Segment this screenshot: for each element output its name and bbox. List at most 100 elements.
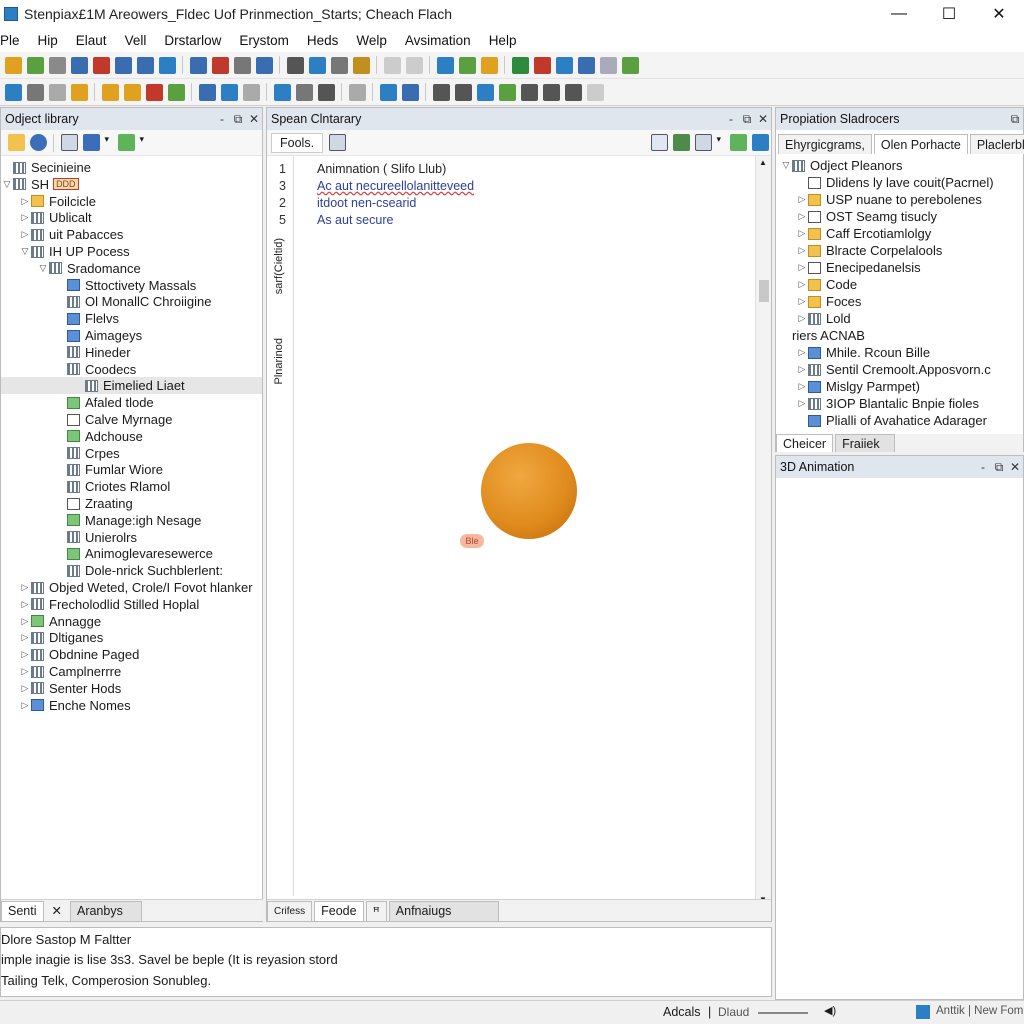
toolbar-tool-icon[interactable]: [458, 56, 476, 74]
toolbar-tool-icon[interactable]: [70, 56, 88, 74]
close-icon[interactable]: ✕: [755, 112, 771, 126]
green-pencil-icon[interactable]: [729, 134, 747, 151]
tree-item[interactable]: Dlidens ly lave couit(Pacrnel): [776, 174, 1023, 191]
toolbar-tool-icon[interactable]: [101, 83, 119, 101]
code-line[interactable]: 1 Animnation ( Slifo Llub): [279, 160, 446, 177]
collapse-arrow-icon[interactable]: ▷: [796, 211, 808, 222]
menu-item-5[interactable]: Drstarlow: [155, 33, 230, 48]
tree-item[interactable]: riers ACNAB: [776, 327, 1023, 344]
pin-icon[interactable]: -: [723, 112, 739, 126]
collapse-arrow-icon[interactable]: ▷: [796, 228, 808, 239]
toolbar-tool-icon[interactable]: [586, 83, 604, 101]
toolbar-tool-icon[interactable]: [158, 56, 176, 74]
toolbar-tool-icon[interactable]: [242, 83, 260, 101]
tree-item[interactable]: Manage:igh Nesage: [1, 512, 262, 529]
tab-anfnaiugs[interactable]: Anfnaiugs: [388, 900, 499, 921]
collapse-arrow-icon[interactable]: ▷: [19, 616, 31, 627]
menu-item-3[interactable]: Elaut: [67, 33, 116, 48]
menu-item-2[interactable]: Hip: [29, 33, 67, 48]
collapse-arrow-icon[interactable]: ▷: [19, 229, 31, 240]
tree-item[interactable]: ▷ Code: [776, 276, 1023, 293]
tree-item[interactable]: Calve Myrnage: [1, 411, 262, 428]
tree-item[interactable]: ▷ Enecipedanelsis: [776, 259, 1023, 276]
toolbar-tool-icon[interactable]: [286, 56, 304, 74]
tree-item[interactable]: ▽ Odject Pleanors: [776, 157, 1023, 174]
menu-item-file[interactable]: Ple: [0, 33, 29, 48]
toolbar-tool-icon[interactable]: [564, 83, 582, 101]
tree-item[interactable]: Afaled tlode: [1, 394, 262, 411]
toolbar-tool-icon[interactable]: [498, 83, 516, 101]
tree-item[interactable]: ▷ Caff Ercotiamlolgy: [776, 225, 1023, 242]
tree-item[interactable]: ▷ Enche Nomes: [1, 697, 262, 714]
collapse-arrow-icon[interactable]: ▷: [796, 262, 808, 273]
toolbar-tool-icon[interactable]: [480, 56, 498, 74]
expand-arrow-icon[interactable]: ▽: [780, 160, 792, 171]
collapse-arrow-icon[interactable]: ▷: [796, 194, 808, 205]
toolbar-tool-icon[interactable]: [145, 83, 163, 101]
collapse-arrow-icon[interactable]: ▷: [19, 632, 31, 643]
chevron-down-icon[interactable]: ▾: [105, 134, 113, 151]
toolbar-tool-icon[interactable]: [436, 56, 454, 74]
collapse-arrow-icon[interactable]: ▷: [796, 313, 808, 324]
tree-item[interactable]: ▷ Blracte Corpelalools: [776, 242, 1023, 259]
float-icon[interactable]: ⧉: [739, 112, 755, 127]
toolbar-tool-icon[interactable]: [577, 56, 595, 74]
toolbar-tool-icon[interactable]: [454, 83, 472, 101]
toolbar-tool-icon[interactable]: [198, 83, 216, 101]
toolbar-tool-icon[interactable]: [26, 56, 44, 74]
tree-item[interactable]: Hineder: [1, 344, 262, 361]
tree-item[interactable]: ▷ OST Seamg tisucly: [776, 208, 1023, 225]
toolbar-tool-icon[interactable]: [405, 56, 423, 74]
toolbar-tool-icon[interactable]: [114, 56, 132, 74]
scroll-up-arrow[interactable]: ▲: [759, 158, 767, 167]
tree-item[interactable]: ▷ Objed Weted, Crole/I Fovot hlanker: [1, 579, 262, 596]
tree-item[interactable]: Fumlar Wiore: [1, 461, 262, 478]
collapse-arrow-icon[interactable]: ▷: [19, 700, 31, 711]
tree-item[interactable]: Flelvs: [1, 310, 262, 327]
orange-sphere[interactable]: [481, 443, 577, 539]
toolbar-tool-icon[interactable]: [542, 83, 560, 101]
toolbar-tool-icon[interactable]: [432, 83, 450, 101]
tree-item[interactable]: ▷ Dltiganes: [1, 629, 262, 646]
tree-item[interactable]: Unierolrs: [1, 529, 262, 546]
tab-crifess[interactable]: Crifess: [267, 900, 313, 921]
tree-item[interactable]: Criotes Rlamol: [1, 478, 262, 495]
blue-square-icon[interactable]: [751, 134, 769, 151]
list-icon[interactable]: [60, 134, 78, 151]
zoom-slider[interactable]: [758, 1012, 808, 1014]
tree-item[interactable]: Adchouse: [1, 428, 262, 445]
collapse-arrow-icon[interactable]: ▷: [19, 599, 31, 610]
expand-arrow-icon[interactable]: ▽: [19, 246, 31, 257]
tree-item[interactable]: ▷ Foilcicle: [1, 193, 262, 210]
tree-item[interactable]: Zraating: [1, 495, 262, 512]
tools-label[interactable]: Fools.: [271, 132, 324, 153]
tab-icon[interactable]: ꟸ: [365, 900, 387, 921]
toolbar-tool-icon[interactable]: [555, 56, 573, 74]
close-button[interactable]: ✕: [974, 0, 1024, 28]
collapse-arrow-icon[interactable]: ▷: [796, 364, 808, 375]
close-icon[interactable]: ✕: [1007, 460, 1023, 474]
toolbar-tool-icon[interactable]: [379, 83, 397, 101]
tree-item[interactable]: ▽ SH DDD: [1, 176, 262, 193]
code-line[interactable]: 2 itdoot nen-csearid: [279, 195, 416, 212]
tree-item[interactable]: ▽ Sradomance: [1, 260, 262, 277]
toolbar-tool-icon[interactable]: [48, 83, 66, 101]
maximize-button[interactable]: ☐: [924, 0, 974, 28]
toolbar-tool-icon[interactable]: [599, 56, 617, 74]
toolbar-tool-icon[interactable]: [26, 83, 44, 101]
toolbar-tool-icon[interactable]: [167, 83, 185, 101]
open-folder-icon[interactable]: [7, 134, 25, 151]
expand-arrow-icon[interactable]: ▽: [37, 263, 49, 274]
add-icon[interactable]: [82, 134, 100, 151]
tree-item[interactable]: ▷ Annagge: [1, 613, 262, 630]
menu-item-animation[interactable]: Avsimation: [396, 33, 480, 48]
script-editor[interactable]: 1 Animnation ( Slifo Llub) 3 Ac aut necuree…: [279, 160, 739, 280]
toolbar-tool-icon[interactable]: [233, 56, 251, 74]
tree-item[interactable]: Ol MonallC Chroiigine: [1, 293, 262, 310]
toolbar-tool-icon[interactable]: [189, 56, 207, 74]
toolbar-tool-icon[interactable]: [330, 56, 348, 74]
export-icon[interactable]: [650, 134, 668, 151]
collapse-arrow-icon[interactable]: ▷: [796, 245, 808, 256]
collapse-arrow-icon[interactable]: ▷: [796, 279, 808, 290]
tree-item[interactable]: Aimageys: [1, 327, 262, 344]
